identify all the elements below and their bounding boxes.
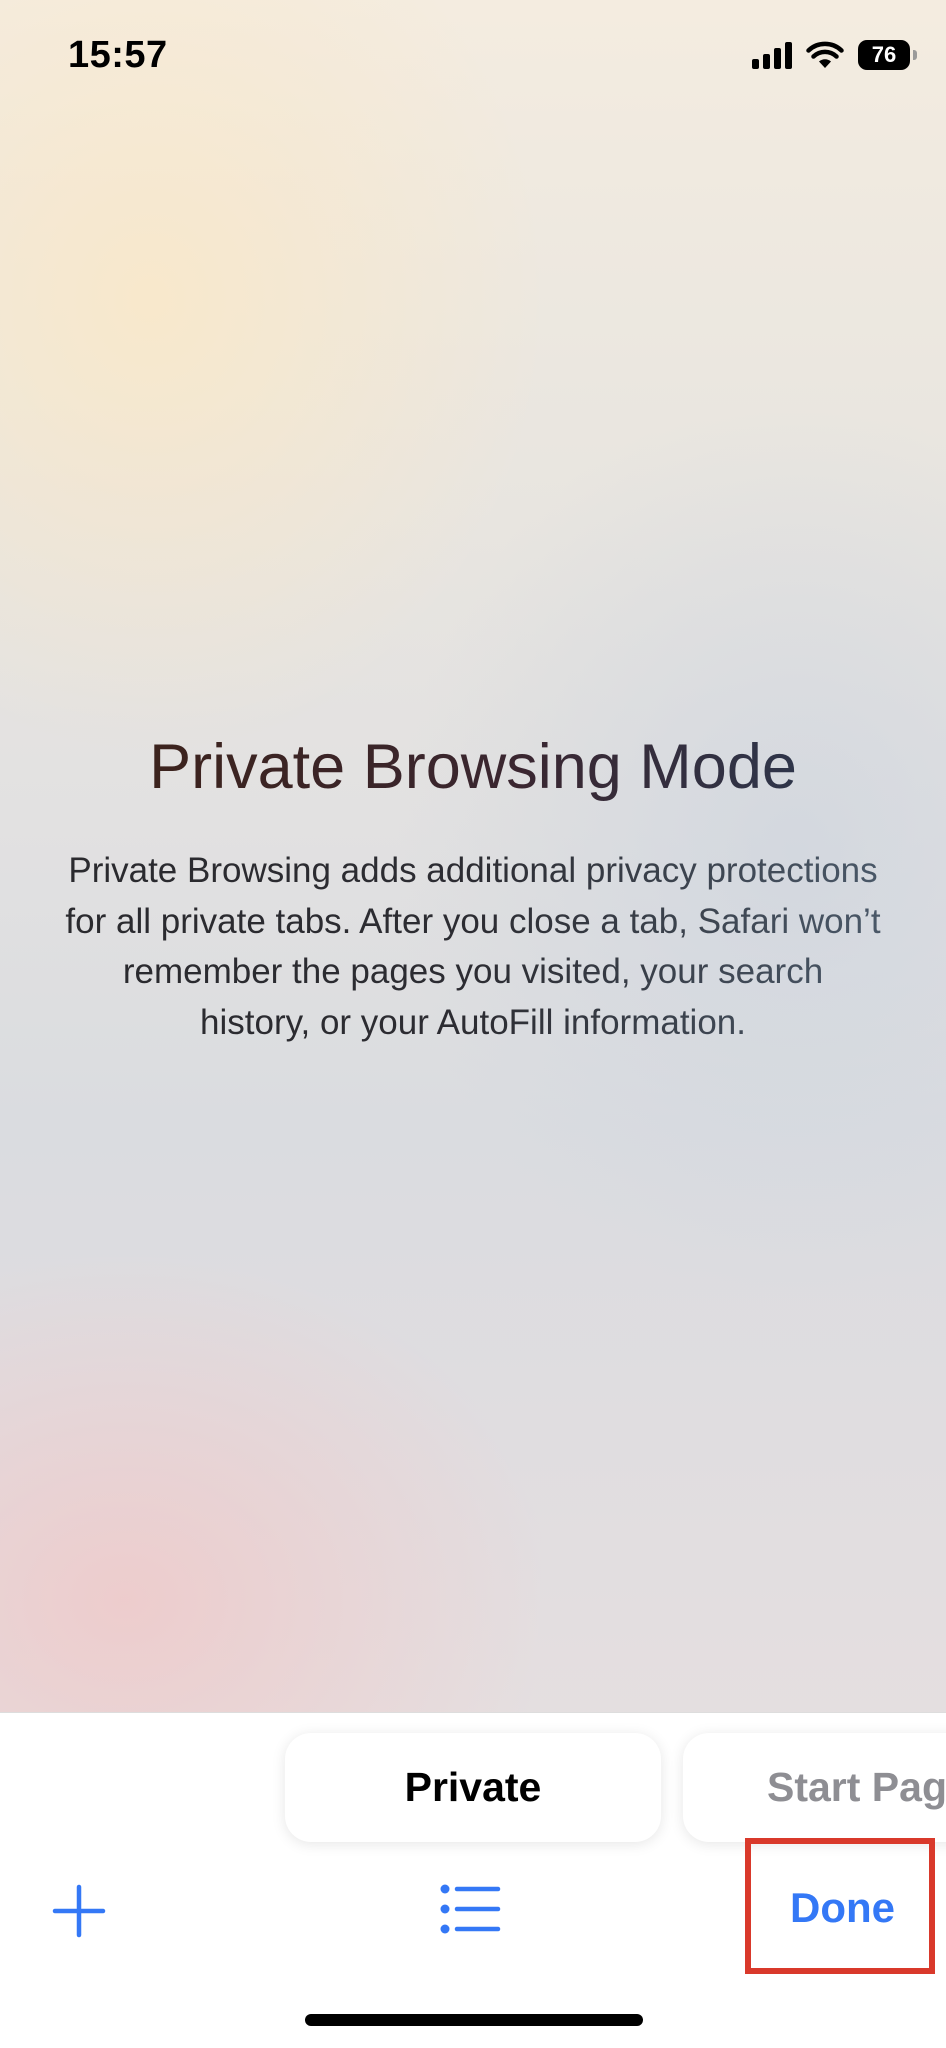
plus-icon bbox=[52, 1884, 106, 1938]
done-button[interactable]: Done bbox=[745, 1838, 940, 1978]
private-mode-info: Private Browsing Mode Private Browsing a… bbox=[60, 728, 886, 1048]
status-icons: 76 bbox=[752, 40, 917, 70]
tab-groups-button[interactable] bbox=[440, 1883, 502, 1935]
new-tab-button[interactable] bbox=[51, 1883, 107, 1939]
battery-level: 76 bbox=[871, 42, 897, 67]
list-icon bbox=[440, 1884, 501, 1934]
tab-group-start-page[interactable]: Start Page bbox=[683, 1733, 946, 1842]
home-indicator[interactable] bbox=[305, 2014, 643, 2026]
cellular-signal-icon bbox=[752, 41, 792, 69]
tab-group-private[interactable]: Private bbox=[285, 1733, 661, 1842]
battery-icon: 76 bbox=[858, 40, 917, 70]
private-mode-description: Private Browsing adds additional privacy… bbox=[63, 846, 883, 1048]
page-title: Private Browsing Mode bbox=[60, 728, 886, 806]
status-time: 15:57 bbox=[68, 34, 168, 76]
screen: 15:57 76 Private Browsing Mode Private B… bbox=[0, 0, 946, 2048]
wifi-icon bbox=[806, 41, 844, 68]
